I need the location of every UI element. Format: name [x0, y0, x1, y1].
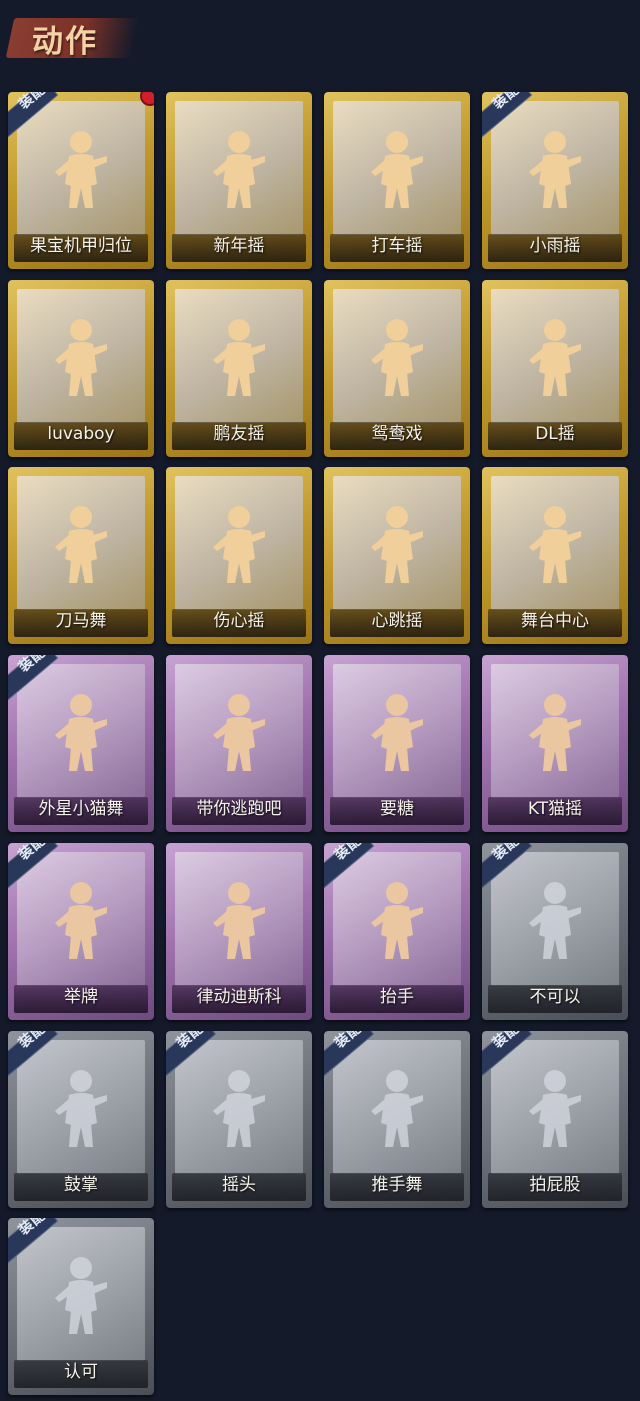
emote-card[interactable]: 伤心摇 — [166, 467, 312, 644]
emote-name: 举牌 — [64, 987, 98, 1007]
emote-name: 舞台中心 — [521, 611, 589, 631]
emote-card[interactable]: 舞台中心 — [482, 467, 628, 644]
emote-name: 带你逃跑吧 — [196, 799, 282, 819]
emote-figure-icon — [51, 314, 111, 400]
emote-card[interactable]: 外星小猫舞 装配 — [8, 655, 154, 832]
emote-name: 鼓掌 — [64, 1175, 98, 1195]
emote-name: 外星小猫舞 — [38, 799, 124, 819]
emote-name: 摇头 — [222, 1175, 256, 1195]
emote-name: luvaboy — [47, 424, 115, 444]
emote-figure-icon — [51, 501, 111, 587]
emote-name: 不可以 — [529, 987, 581, 1007]
emote-figure-icon — [525, 126, 585, 212]
emote-figure-icon — [525, 501, 585, 587]
emote-name: 拍屁股 — [529, 1175, 581, 1195]
emote-card[interactable]: 小雨摇 装配 — [482, 92, 628, 269]
emote-name: 认可 — [64, 1362, 98, 1382]
emote-card[interactable]: 推手舞 装配 — [324, 1031, 470, 1208]
emote-figure-icon — [209, 877, 269, 963]
emote-figure-icon — [209, 1065, 269, 1151]
section-title: 动作 — [32, 24, 98, 60]
emote-figure-icon — [209, 501, 269, 587]
emote-card[interactable]: DL摇 — [482, 280, 628, 457]
emote-card[interactable]: luvaboy — [8, 280, 154, 457]
emote-card[interactable]: 鼓掌 装配 — [8, 1031, 154, 1208]
section-header: 动作 — [5, 12, 140, 60]
emote-figure-icon — [367, 314, 427, 400]
emote-figure-icon — [525, 877, 585, 963]
emote-figure-icon — [367, 501, 427, 587]
emote-name: 鸳鸯戏 — [371, 424, 423, 444]
emote-figure-icon — [51, 1065, 111, 1151]
emote-figure-icon — [209, 314, 269, 400]
emote-card[interactable]: 认可 装配 — [8, 1218, 154, 1395]
emote-name: 鹏友摇 — [213, 424, 265, 444]
emote-figure-icon — [525, 1065, 585, 1151]
emote-card[interactable]: 果宝机甲归位 装配 — [8, 92, 154, 269]
emote-name: 打车摇 — [371, 236, 423, 256]
emote-card[interactable]: 鹏友摇 — [166, 280, 312, 457]
emote-figure-icon — [51, 877, 111, 963]
emote-figure-icon — [209, 126, 269, 212]
emote-card[interactable]: 摇头 装配 — [166, 1031, 312, 1208]
emote-figure-icon — [209, 689, 269, 775]
emote-card[interactable]: 要糖 — [324, 655, 470, 832]
emote-name: 伤心摇 — [213, 611, 265, 631]
emote-figure-icon — [51, 126, 111, 212]
emote-figure-icon — [525, 689, 585, 775]
emote-figure-icon — [51, 689, 111, 775]
emote-figure-icon — [367, 1065, 427, 1151]
emote-card[interactable]: 举牌 装配 — [8, 843, 154, 1020]
emote-card[interactable]: 律动迪斯科 — [166, 843, 312, 1020]
emote-name: DL摇 — [535, 424, 575, 444]
emote-name: 抬手 — [380, 987, 414, 1007]
emote-card[interactable]: KT猫摇 — [482, 655, 628, 832]
emote-name: 小雨摇 — [529, 236, 581, 256]
emote-card[interactable]: 刀马舞 — [8, 467, 154, 644]
emote-card[interactable]: 打车摇 — [324, 92, 470, 269]
emote-card[interactable]: 抬手 装配 — [324, 843, 470, 1020]
emote-figure-icon — [51, 1252, 111, 1338]
emote-name: 心跳摇 — [371, 611, 423, 631]
emote-figure-icon — [367, 689, 427, 775]
emote-name: 推手舞 — [371, 1175, 423, 1195]
emote-figure-icon — [367, 877, 427, 963]
emote-name: 新年摇 — [213, 236, 265, 256]
emote-name: 要糖 — [380, 799, 414, 819]
emote-card[interactable]: 带你逃跑吧 — [166, 655, 312, 832]
emote-name: 律动迪斯科 — [196, 987, 282, 1007]
emote-figure-icon — [525, 314, 585, 400]
emote-figure-icon — [367, 126, 427, 212]
emote-card[interactable]: 不可以 装配 — [482, 843, 628, 1020]
emote-name: 果宝机甲归位 — [30, 236, 132, 256]
emote-card[interactable]: 新年摇 — [166, 92, 312, 269]
emote-card[interactable]: 拍屁股 装配 — [482, 1031, 628, 1208]
emote-name: 刀马舞 — [55, 611, 107, 631]
emote-card[interactable]: 心跳摇 — [324, 467, 470, 644]
emote-card[interactable]: 鸳鸯戏 — [324, 280, 470, 457]
emote-name: KT猫摇 — [527, 799, 583, 819]
